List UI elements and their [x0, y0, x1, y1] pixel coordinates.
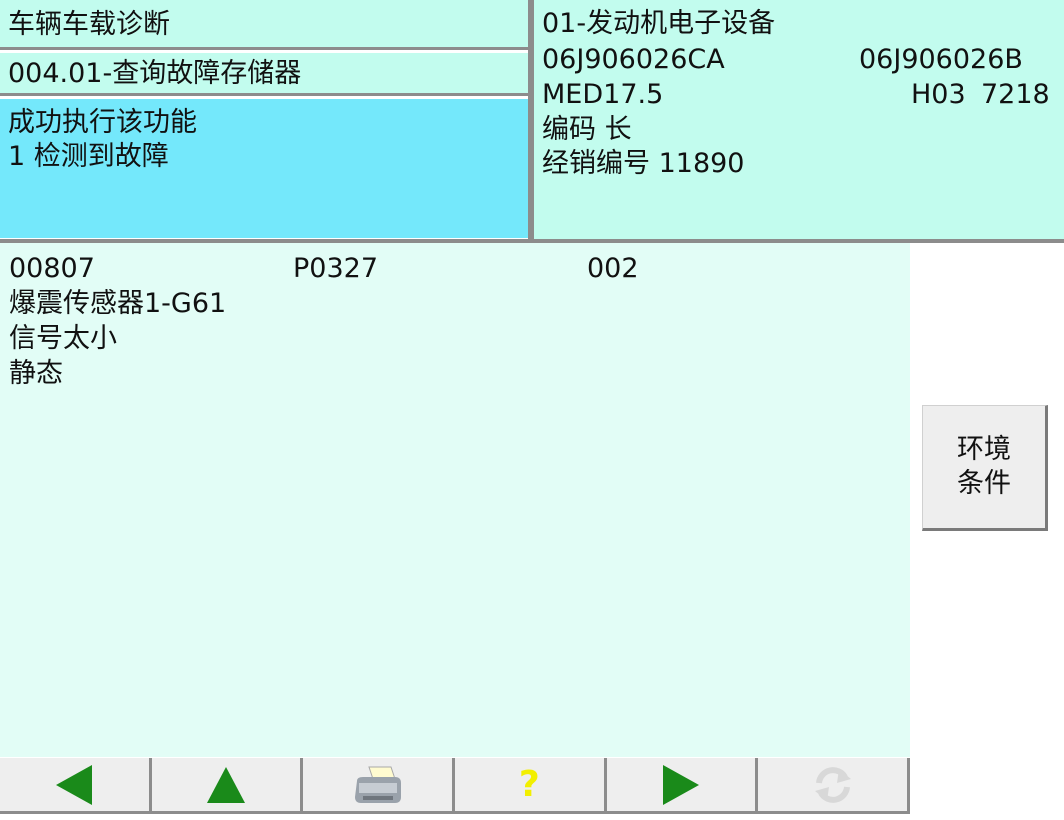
ecu-system: MED17.5 — [542, 79, 664, 110]
back-button[interactable] — [0, 758, 152, 814]
ecu-info-panel: 01-发动机电子设备 06J906026CA 06J906026B MED17.… — [534, 0, 1064, 239]
fault-entry[interactable]: 00807 P0327 002 爆震传感器1-G61 信号太小 静态 — [0, 243, 910, 393]
title-bar: 车辆车载诊断 — [0, 0, 528, 50]
ecu-version: H03 — [911, 79, 966, 110]
env-button-label-line1: 环境 — [957, 434, 1011, 465]
forward-arrow-icon — [663, 764, 700, 805]
fault-count-message: 1 检测到故障 — [8, 141, 169, 172]
fault-state: 静态 — [9, 358, 63, 389]
up-arrow-icon — [207, 766, 245, 803]
status-panel: 成功执行该功能 1 检测到故障 — [0, 99, 528, 238]
bottom-toolbar: ? — [0, 758, 911, 814]
printer-icon — [354, 766, 401, 803]
refresh-icon — [814, 766, 851, 803]
fault-symptom: 信号太小 — [9, 323, 117, 354]
fault-component: 爆震传感器1-G61 — [9, 288, 227, 319]
fault-code: 00807 — [9, 253, 95, 284]
ecu-coding: 编码 长 — [542, 114, 632, 145]
status-message: 成功执行该功能 — [8, 107, 197, 138]
ecu-version-code: 7218 — [981, 79, 1050, 110]
ecu-dealer-number: 经销编号 11890 — [542, 148, 745, 179]
app-title: 车辆车载诊断 — [8, 9, 170, 40]
ecu-part-number-alt: 06J906026B — [859, 44, 1023, 75]
refresh-button[interactable] — [758, 758, 911, 814]
environment-conditions-button[interactable]: 环境 条件 — [922, 405, 1048, 531]
fault-list: 00807 P0327 002 爆震传感器1-G61 信号太小 静态 — [0, 243, 910, 757]
help-button[interactable]: ? — [455, 758, 607, 814]
function-bar: 004.01-查询故障存储器 — [0, 53, 528, 96]
env-button-label-line2: 条件 — [957, 468, 1011, 499]
function-name: 004.01-查询故障存储器 — [8, 58, 302, 89]
fault-count: 002 — [587, 253, 639, 284]
side-button-column — [910, 243, 1064, 820]
back-arrow-icon — [56, 764, 93, 805]
forward-button[interactable] — [606, 758, 759, 814]
help-icon: ? — [518, 763, 540, 805]
print-button[interactable] — [303, 758, 456, 814]
up-button[interactable] — [151, 758, 304, 814]
ecu-name: 01-发动机电子设备 — [542, 8, 776, 39]
ecu-part-number: 06J906026CA — [542, 44, 725, 75]
fault-pcode: P0327 — [293, 253, 378, 284]
